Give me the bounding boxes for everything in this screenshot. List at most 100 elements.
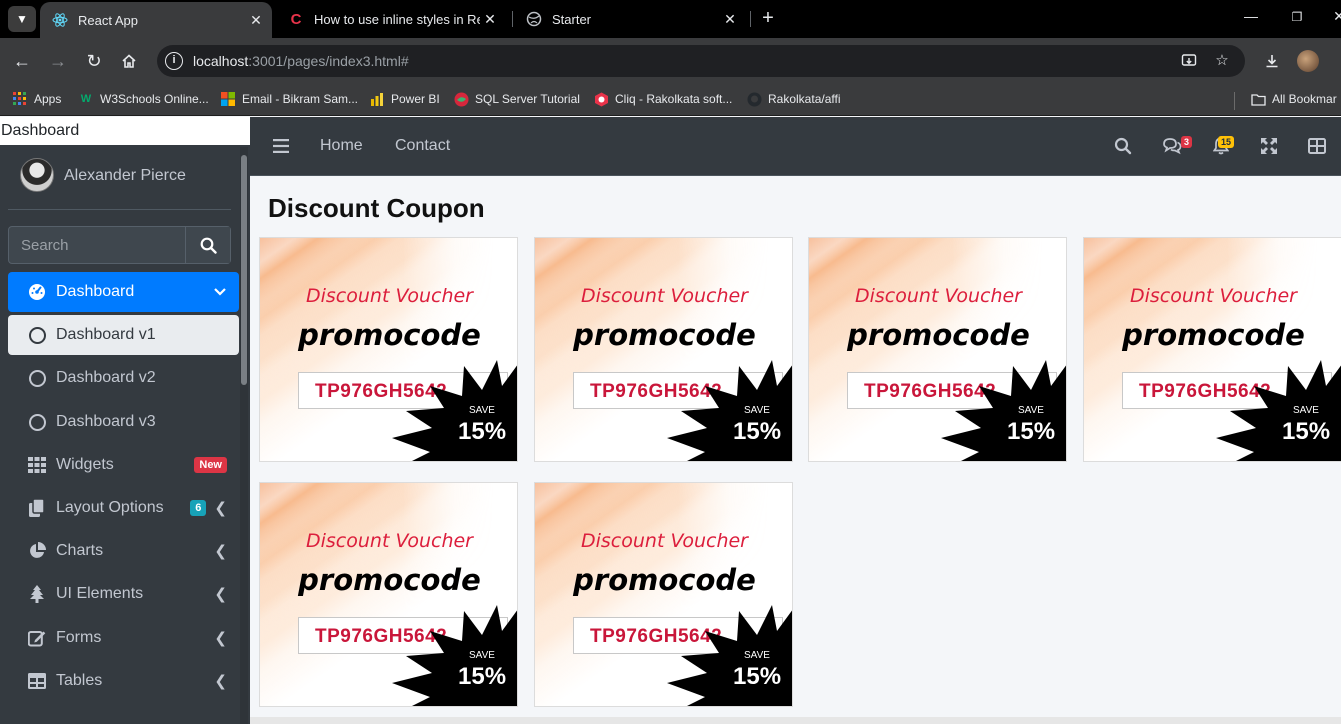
url-text[interactable]: localhost:3001/pages/index3.html# [193,53,409,69]
chevron-down-icon [213,287,227,297]
coupon-card: Discount Voucher promocode TP976GH5642 S… [534,237,793,462]
sidebar-scrollbar[interactable] [240,147,248,724]
starburst-icon [667,360,792,461]
save-label: SAVE [1018,405,1044,416]
tab-react-app[interactable]: React App ✕ [40,2,272,38]
coupon-card: Discount Voucher promocode TP976GH5642 S… [808,237,1067,462]
sidebar-item-widgets[interactable]: Widgets New [8,445,239,485]
chevron-left-icon: ❮ [214,673,227,690]
search-button[interactable] [185,227,230,263]
minimize-icon[interactable]: — [1241,8,1261,24]
discount-percent: 15% [1282,418,1331,445]
user-name[interactable]: Alexander Pierce [64,167,186,185]
coupon-heading: Discount Voucher [855,285,1022,307]
discount-percent: 15% [733,418,782,445]
tab-starter[interactable]: Starter ✕ [514,0,746,38]
globe-icon [526,11,542,27]
sidebar-item-dashboard[interactable]: Dashboard [8,272,239,312]
coupon-card: Discount Voucher promocode TP976GH5642 S… [1083,237,1341,462]
sidebar-item-tables[interactable]: Tables ❮ [8,661,239,701]
bookmark-separator [1234,92,1235,110]
sidebar-item-dashboard-v3[interactable]: Dashboard v3 [8,402,239,442]
bookmark-sql[interactable]: SQL Server Tutorial [453,91,580,107]
chevron-left-icon: ❮ [214,586,227,603]
notifications-badge: 15 [1218,136,1235,148]
bookmark-apps[interactable]: Apps [12,91,61,107]
bookmark-star-icon[interactable]: ☆ [1212,51,1232,71]
home-icon[interactable] [117,49,141,73]
close-tab-icon[interactable]: ✕ [246,12,266,29]
bookmark-powerbi[interactable]: Power BI [369,91,440,107]
codecademy-c-icon: C [290,10,302,28]
bookmark-cliq[interactable]: Cliq - Rakolkata soft... [593,91,732,107]
bookmark-w3schools[interactable]: W W3Schools Online... [78,91,209,107]
apps-grid-icon [12,91,28,107]
back-arrow-icon[interactable]: ← [10,49,34,73]
hamburger-menu-icon[interactable] [270,135,292,157]
sidebar-item-label: Dashboard [56,283,135,300]
save-label: SAVE [469,405,495,416]
tab-search-button[interactable]: ▼ [8,6,36,32]
content-wrapper: Discount Coupon Discount Voucher promoco… [250,176,1341,724]
control-sidebar-icon[interactable] [1306,135,1328,157]
install-app-icon[interactable] [1179,51,1199,71]
sidebar-item-forms[interactable]: Forms ❮ [8,618,239,658]
discount-percent: 15% [733,663,782,690]
tab-title: Starter [552,11,592,27]
address-bar[interactable]: i localhost:3001/pages/index3.html# ☆ [157,45,1245,77]
all-bookmarks[interactable]: All Bookmar [1250,91,1337,107]
brand-link[interactable]: Dashboard [0,117,250,145]
sidebar-item-label: Charts [56,542,104,559]
chevron-left-icon: ❮ [214,500,227,517]
sidebar-item-layout-options[interactable]: Layout Options 6 ❮ [8,488,239,528]
coupon-heading: Discount Voucher [581,530,748,552]
forward-arrow-icon[interactable]: → [46,49,70,73]
tab-inline-styles[interactable]: C How to use inline styles in Reac ✕ [276,0,506,38]
bookmark-github[interactable]: Rakolkata/affi [746,91,841,107]
new-badge: New [194,457,227,473]
sidebar-item-dashboard-v1[interactable]: Dashboard v1 [8,315,239,355]
search-icon[interactable] [1112,135,1134,157]
nav-contact-link[interactable]: Contact [395,137,450,155]
starburst-icon [667,605,792,706]
tab-separator [750,11,751,27]
download-icon[interactable] [1260,49,1284,73]
window-close-icon[interactable]: ✕ [1329,8,1341,25]
search-input[interactable]: Search [21,237,69,254]
comments-icon[interactable] [1161,135,1183,157]
restore-icon[interactable]: ❐ [1287,10,1307,24]
chevron-left-icon: ❮ [214,630,227,647]
circle-icon [26,369,48,387]
search-icon [200,237,217,254]
close-tab-icon[interactable]: ✕ [720,11,740,28]
bookmark-email[interactable]: Email - Bikram Sam... [220,91,358,107]
coupon-word: promocode [298,563,481,597]
new-tab-button[interactable]: + [758,6,778,30]
react-icon [52,12,68,28]
avatar[interactable] [20,158,54,192]
fullscreen-icon[interactable] [1258,135,1280,157]
user-panel: Alexander Pierce [8,153,231,210]
discount-percent: 15% [458,418,507,445]
coupon-heading: Discount Voucher [1130,285,1297,307]
close-tab-icon[interactable]: ✕ [480,11,500,28]
th-icon [26,457,48,473]
tab-title: React App [78,12,138,28]
w3schools-icon: W [80,93,92,105]
powerbi-icon [369,91,385,107]
scrollbar-thumb[interactable] [241,155,247,385]
coupon-card: Discount Voucher promocode TP976GH5642 S… [259,482,518,707]
sidebar-item-charts[interactable]: Charts ❮ [8,531,239,571]
coupon-word: promocode [298,318,481,352]
reload-icon[interactable]: ↻ [82,49,106,73]
main-sidebar: Dashboard Alexander Pierce Search Dashbo… [0,117,250,724]
profile-avatar[interactable] [1297,50,1319,72]
nav-home-link[interactable]: Home [320,137,363,155]
sidebar-item-ui-elements[interactable]: UI Elements ❮ [8,574,239,614]
sidebar-search: Search [8,226,231,264]
sidebar-item-dashboard-v2[interactable]: Dashboard v2 [8,358,239,398]
chevron-left-icon: ❮ [214,543,227,560]
save-label: SAVE [1293,405,1319,416]
site-info-icon[interactable]: i [165,52,183,70]
starburst-icon [1216,360,1341,461]
